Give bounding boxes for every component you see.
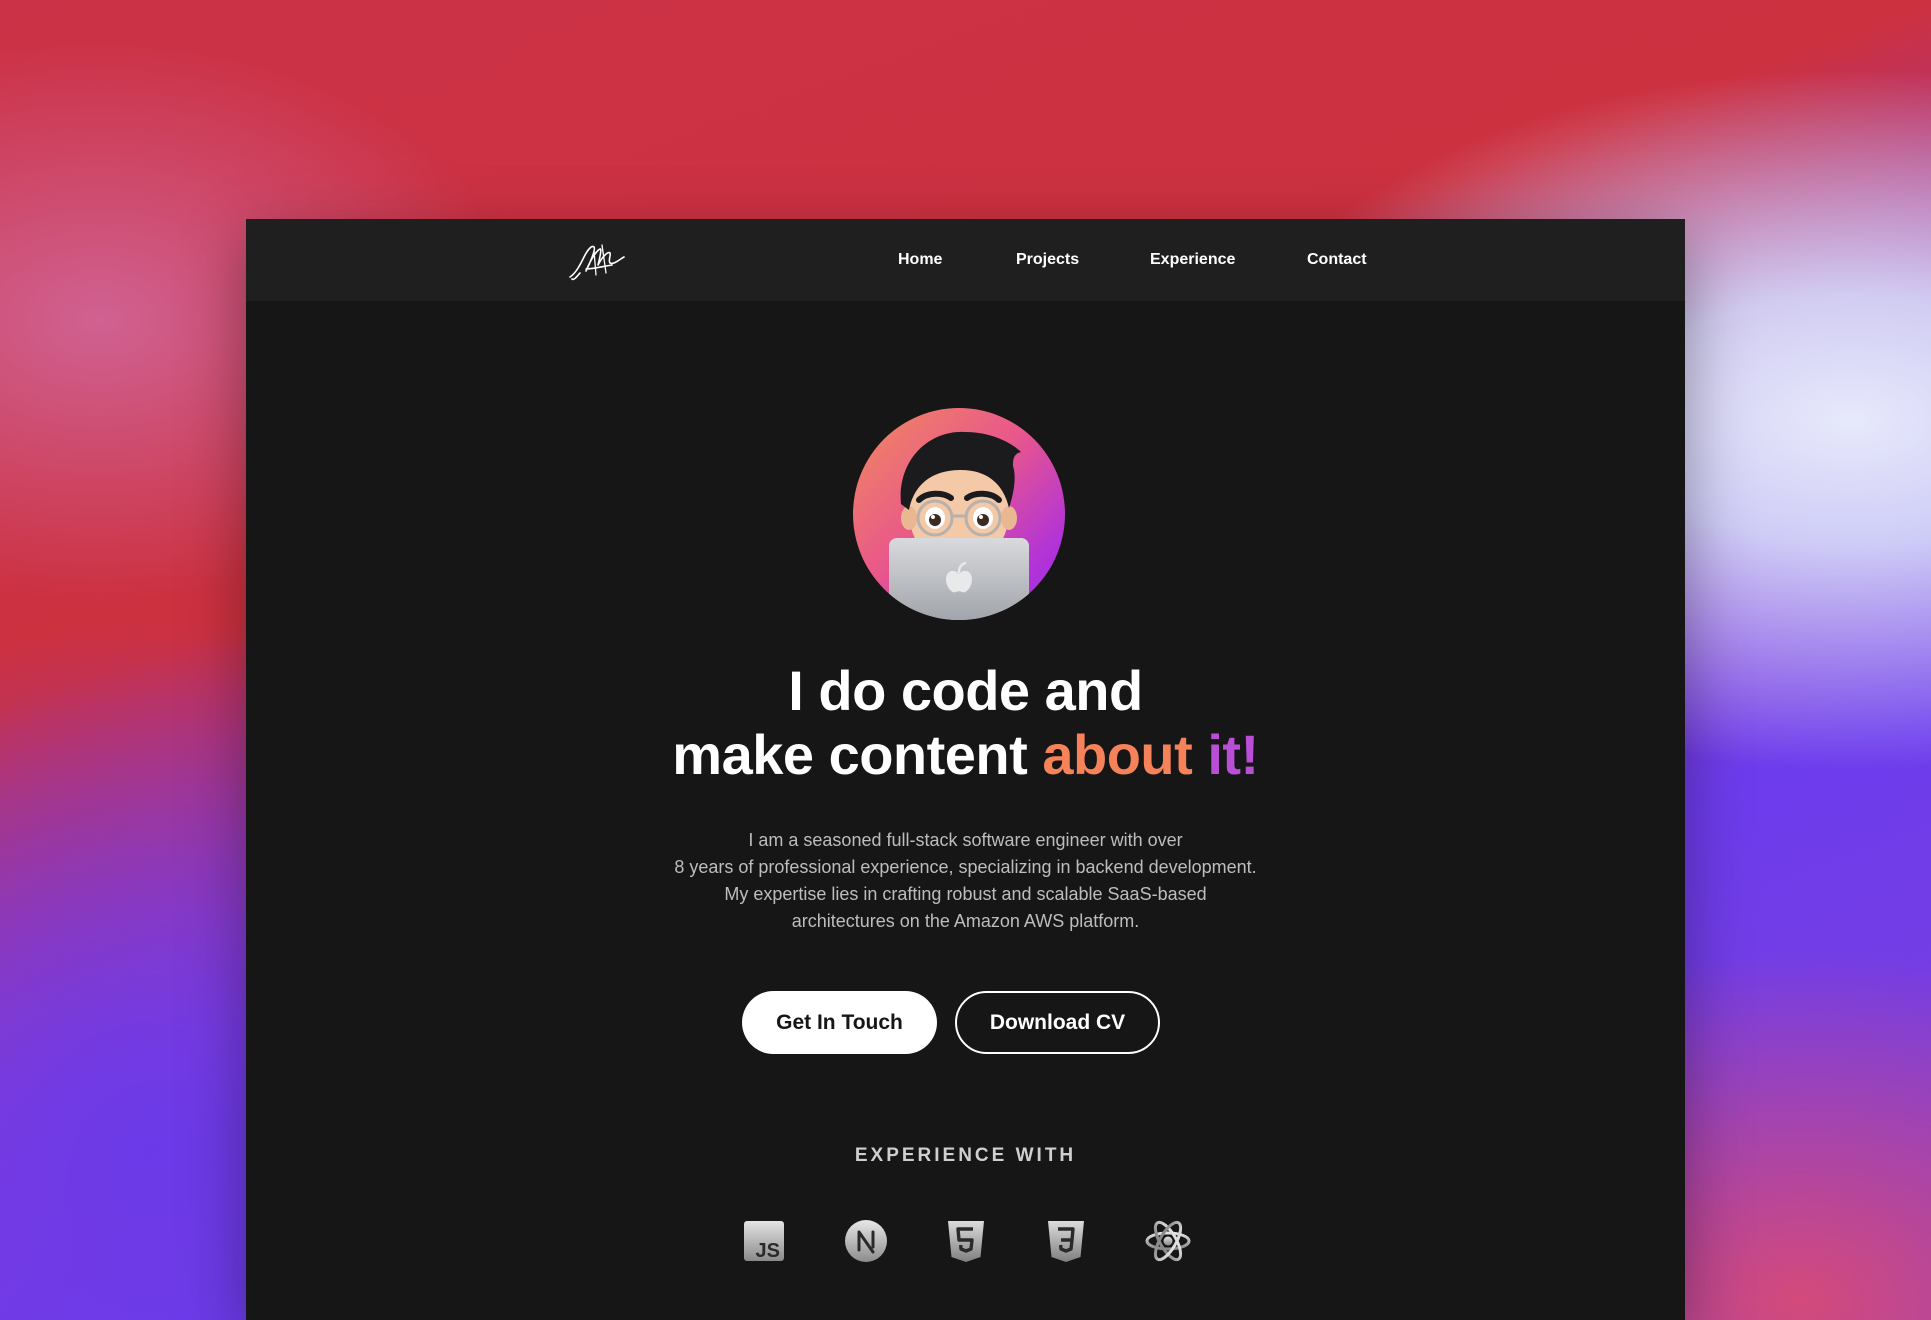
svg-text:JS: JS [756,1240,780,1262]
description-line: My expertise lies in crafting robust and… [724,884,1207,904]
javascript-icon: JS [744,1221,784,1262]
nav-experience[interactable]: Experience [1150,219,1235,301]
nav-home[interactable]: Home [898,219,942,301]
headline-line-1: I do code and [788,659,1143,722]
headline-accent-it: it! [1207,723,1259,786]
nav-projects[interactable]: Projects [1016,219,1079,301]
headline-line-2-text: make content [672,723,1028,786]
description-line: I am a seasoned full-stack software engi… [748,830,1183,850]
html5-icon [948,1221,984,1262]
description-line: 8 years of professional experience, spec… [674,857,1257,877]
nav-links: Home Projects Experience Contact [246,219,1685,301]
download-cv-button[interactable]: Download CV [955,991,1160,1054]
nav-contact[interactable]: Contact [1307,219,1367,301]
headline-accent-about: about [1042,723,1193,786]
react-icon [1145,1220,1191,1262]
navbar: Home Projects Experience Contact [246,219,1685,301]
memoji-illustration [889,431,1029,620]
css3-icon [1048,1221,1084,1262]
nextjs-icon [845,1220,887,1262]
hero-headline: I do code and make content about it! [246,659,1685,787]
headline-line-2: make content about it! [246,723,1685,787]
profile-avatar [853,408,1065,620]
get-in-touch-button[interactable]: Get In Touch [742,991,937,1054]
browser-window: Home Projects Experience Contact I do co… [246,219,1685,1320]
experience-title: EXPERIENCE WITH [854,1145,1077,1166]
hero-description: I am a seasoned full-stack software engi… [246,827,1685,935]
description-line: architectures on the Amazon AWS platform… [791,911,1140,931]
